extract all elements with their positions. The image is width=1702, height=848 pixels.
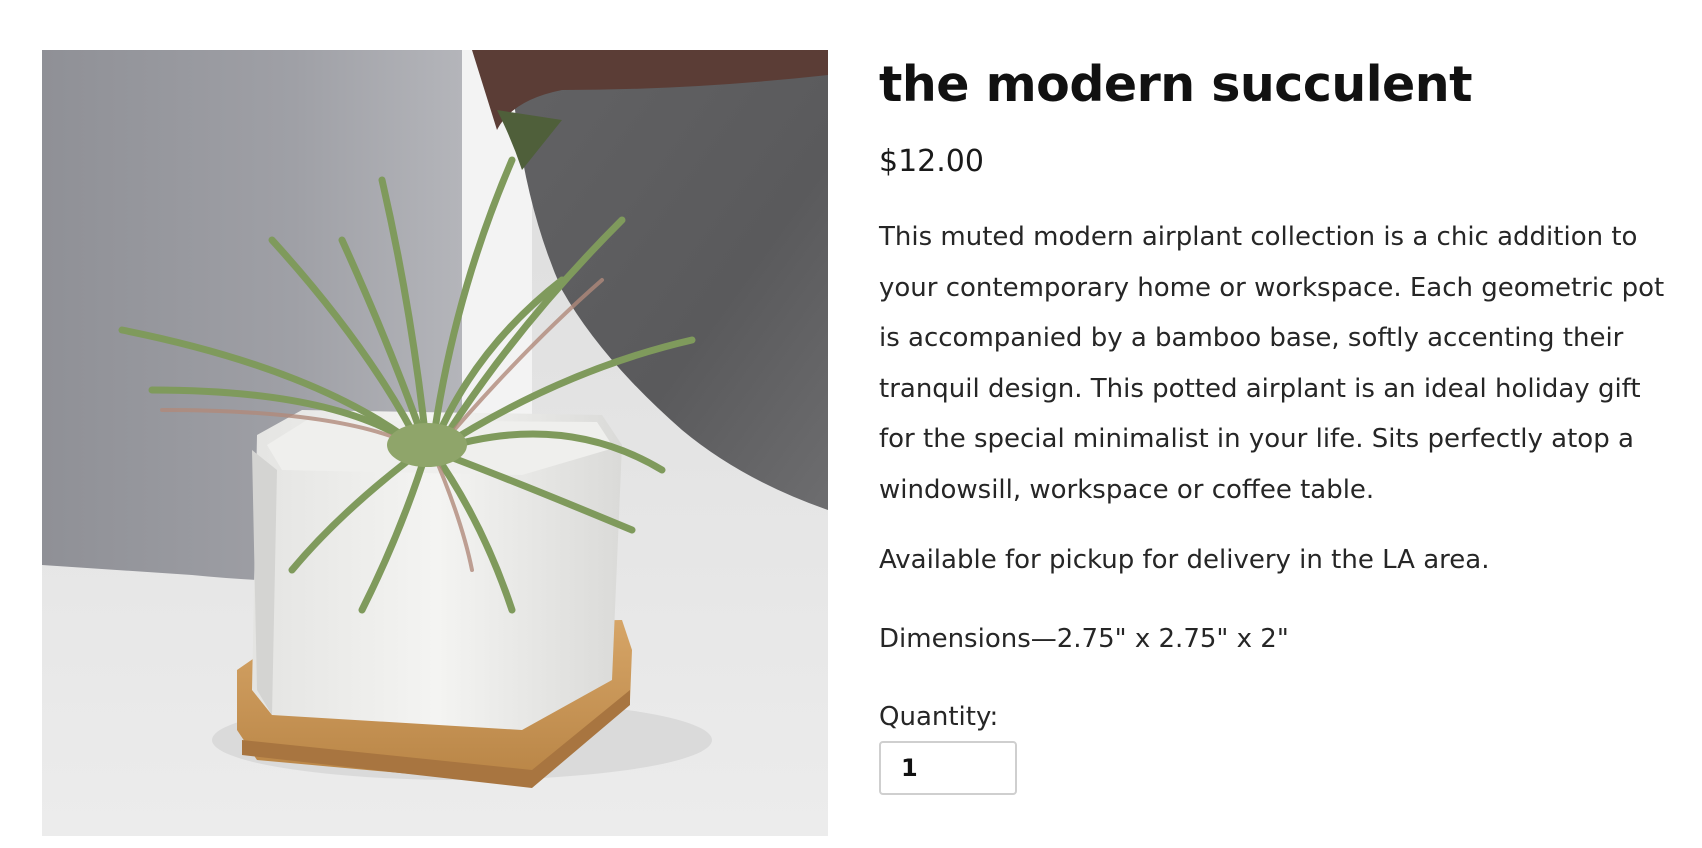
quantity-input[interactable] xyxy=(879,741,1017,795)
product-description: This muted modern airplant collection is… xyxy=(879,222,1665,505)
product-title: the modern succulent xyxy=(879,56,1473,113)
product-image[interactable] xyxy=(42,50,828,836)
product-dimensions: Dimensions—2.75" x 2.75" x 2" xyxy=(879,624,1289,654)
availability-note: Available for pickup for delivery in the… xyxy=(879,545,1490,575)
airplant-photo xyxy=(42,50,828,836)
product-page: the modern succulent $12.00 This muted m… xyxy=(0,0,1702,848)
quantity-label: Quantity: xyxy=(879,702,999,732)
product-price: $12.00 xyxy=(879,144,984,179)
product-info: the modern succulent $12.00 This muted m… xyxy=(879,50,1679,795)
